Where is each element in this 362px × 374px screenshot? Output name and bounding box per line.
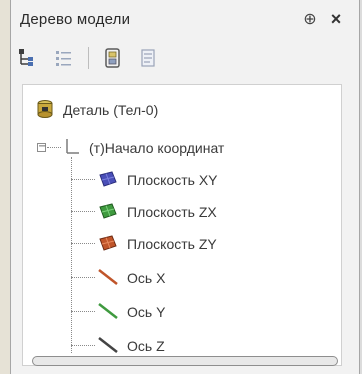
axis-z-icon	[97, 336, 119, 357]
tree-connector	[71, 211, 95, 212]
tree-connector	[71, 243, 95, 244]
tree-node-part[interactable]: Деталь (Тел-0)	[35, 99, 158, 121]
tree-node-plane-zy[interactable]: Плоскость ZY	[97, 233, 217, 255]
plane-zy-icon	[97, 234, 119, 255]
tree-node-plane-zx[interactable]: Плоскость ZX	[97, 201, 217, 223]
axes-origin-icon	[63, 137, 81, 160]
tree-connector	[71, 311, 95, 312]
tree-node-label: Деталь (Тел-0)	[63, 102, 159, 118]
tree-node-origin[interactable]: (т)Начало координат	[63, 137, 224, 159]
tree-connector	[47, 147, 61, 148]
tree-toolbar	[14, 40, 344, 76]
tree-node-label: Плоскость ZY	[127, 236, 217, 252]
part-icon	[35, 99, 55, 122]
tree-connector	[71, 277, 95, 278]
panel-titlebar: Дерево модели ⊕ ×	[10, 4, 350, 34]
pin-icon[interactable]: ⊕	[298, 9, 322, 29]
axis-x-icon	[97, 268, 119, 289]
tree-connector	[71, 157, 72, 353]
tree-node-label: Плоскость ZX	[127, 204, 217, 220]
model-tree-view: Деталь (Тел-0) − (т)Начало координат Пло…	[22, 84, 342, 366]
properties-icon[interactable]	[135, 44, 163, 72]
build-tree-icon[interactable]	[14, 44, 42, 72]
horizontal-scrollbar[interactable]	[32, 356, 338, 366]
plane-xy-icon	[97, 170, 119, 191]
tree-connector	[71, 179, 95, 180]
tree-node-plane-xy[interactable]: Плоскость XY	[97, 169, 218, 191]
panel-title: Дерево модели	[20, 10, 131, 28]
collapse-toggle[interactable]: −	[37, 142, 46, 152]
tree-node-axis-z[interactable]: Ось Z	[97, 335, 165, 357]
tree-node-label: Ось Y	[127, 304, 166, 320]
tree-node-label: Ось Z	[127, 338, 165, 354]
tree-connector	[71, 345, 95, 346]
filter-icon[interactable]	[99, 44, 127, 72]
toolbar-separator	[88, 47, 89, 69]
plane-zx-icon	[97, 202, 119, 223]
close-icon[interactable]: ×	[322, 9, 350, 30]
tree-node-label: (т)Начало координат	[89, 140, 225, 156]
tree-node-label: Плоскость XY	[127, 172, 218, 188]
axis-y-icon	[97, 302, 119, 323]
list-view-icon[interactable]	[50, 44, 78, 72]
tree-node-label: Ось X	[127, 270, 166, 286]
tree-node-axis-y[interactable]: Ось Y	[97, 301, 165, 323]
tree-node-axis-x[interactable]: Ось X	[97, 267, 165, 289]
